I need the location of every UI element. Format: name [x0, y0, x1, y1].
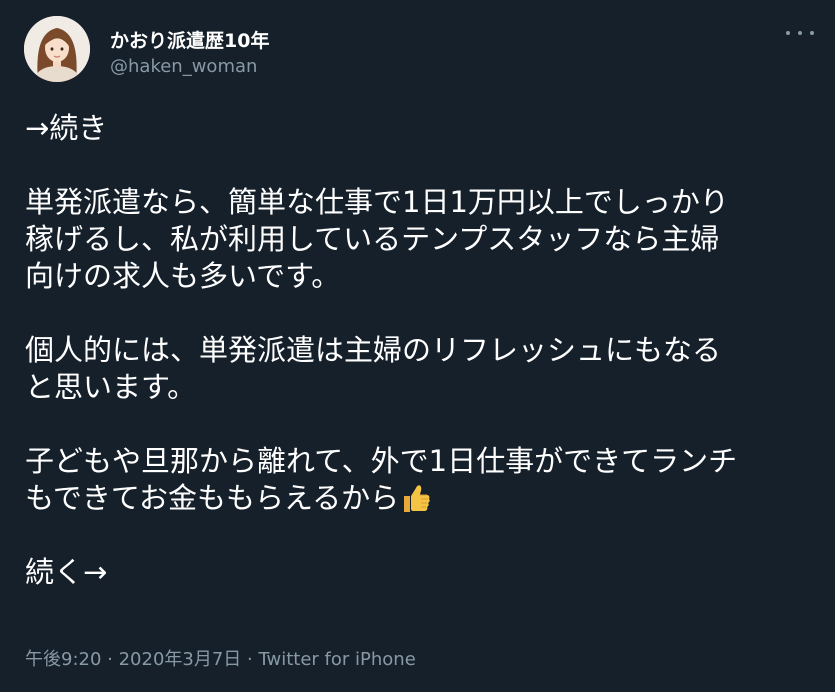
more-dot	[810, 31, 814, 35]
tweet-meta: 午後9:20 · 2020年3月7日 · Twitter for iPhone	[25, 645, 416, 671]
more-dot	[786, 31, 790, 35]
tweet-line: 単発派遣なら、簡単な仕事で1日1万円以上でしっかり	[25, 185, 729, 219]
tweet-line: 向けの求人も多いです。	[25, 259, 341, 293]
tweet-header: かおり派遣歴10年 @haken_woman	[24, 16, 814, 90]
tweet-line: 稼げるし、私が利用しているテンプスタッフなら主婦	[25, 222, 720, 256]
timestamp[interactable]: 午後9:20 · 2020年3月7日	[25, 649, 241, 670]
line-break	[25, 295, 815, 332]
meta-separator: ·	[241, 649, 259, 670]
source-link[interactable]: Twitter for iPhone	[258, 649, 415, 670]
tweet-line: 続く→	[25, 555, 108, 589]
line-break	[25, 147, 815, 184]
tweet-line: →続き	[25, 111, 108, 145]
tweet-line-with-emoji: もできてお金ももらえるから	[25, 480, 815, 517]
thumbs-up-icon	[404, 485, 430, 512]
user-handle[interactable]: @haken_woman	[110, 56, 257, 77]
more-dot	[798, 31, 802, 35]
tweet-card: かおり派遣歴10年 @haken_woman →続き 単発派遣なら、簡単な仕事で…	[0, 0, 835, 692]
avatar-illustration-icon	[24, 16, 90, 82]
tweet-line: 子どもや旦那から離れて、外で1日仕事ができてランチ	[25, 444, 738, 478]
tweet-line: 個人的には、単発派遣は主婦のリフレッシュにもなる	[25, 333, 722, 367]
line-break	[25, 406, 815, 443]
tweet-line: と思います。	[25, 370, 197, 404]
avatar[interactable]	[24, 16, 90, 82]
display-name[interactable]: かおり派遣歴10年	[110, 26, 269, 53]
more-dots-icon[interactable]	[786, 26, 814, 40]
tweet-line: もできてお金ももらえるから	[25, 481, 400, 515]
line-break	[25, 517, 815, 554]
tweet-text: →続き 単発派遣なら、簡単な仕事で1日1万円以上でしっかり 稼げるし、私が利用し…	[25, 110, 815, 591]
